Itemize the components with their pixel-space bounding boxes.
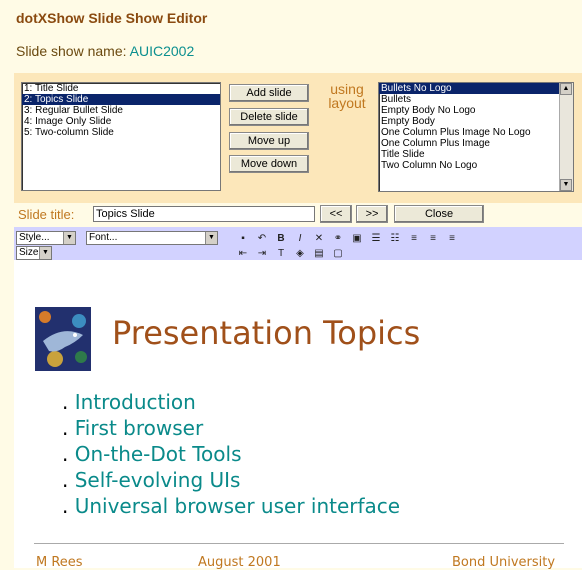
delete-slide-button[interactable]: Delete slide: [229, 108, 309, 126]
image-icon[interactable]: ▣: [350, 232, 364, 246]
bullet-text: First browser: [74, 416, 204, 440]
font-color-icon[interactable]: T: [274, 247, 288, 261]
bullet-item: . Introduction: [62, 389, 400, 415]
bullet-text: Introduction: [74, 390, 196, 414]
using-layout-label: using layout: [328, 81, 366, 111]
layout-scrollbar[interactable]: ▲ ▼: [559, 83, 573, 191]
bullet-marker: .: [62, 468, 75, 492]
layout-list-item[interactable]: Bullets: [379, 94, 559, 105]
close-button[interactable]: Close: [394, 205, 484, 223]
bullet-item: . On-the-Dot Tools: [62, 441, 400, 467]
font-select[interactable]: Font... ▼: [86, 231, 218, 245]
bullet-item: . Self-evolving UIs: [62, 467, 400, 493]
fill-color-icon[interactable]: ◈: [293, 247, 307, 261]
chevron-down-icon[interactable]: ▼: [63, 232, 75, 244]
add-slide-button[interactable]: Add slide: [229, 84, 309, 102]
top-panel: 1: Title Slide 2: Topics Slide 3: Regular …: [14, 73, 582, 203]
bullet-item: . First browser: [62, 415, 400, 441]
indent-icon[interactable]: ⇥: [255, 247, 269, 261]
layout-list-item[interactable]: Bullets No Logo: [379, 83, 559, 94]
save-icon[interactable]: ▪: [236, 232, 250, 246]
slide-title-row: Slide title: << >> Close: [14, 203, 582, 227]
layout-list-item[interactable]: Empty Body No Logo: [379, 105, 559, 116]
slide-title-input[interactable]: [93, 206, 315, 222]
show-name-label: Slide show name:: [16, 43, 127, 59]
bullet-item: . Universal browser user interface: [62, 493, 400, 519]
align-right-icon[interactable]: ≡: [445, 232, 459, 246]
bullet-text: Self-evolving UIs: [74, 468, 241, 492]
align-left-icon[interactable]: ≡: [407, 232, 421, 246]
slide-list-item[interactable]: 3: Regular Bullet Slide: [22, 105, 220, 116]
move-down-button[interactable]: Move down: [229, 155, 309, 173]
prev-slide-button[interactable]: <<: [320, 205, 352, 223]
chevron-down-icon[interactable]: ▼: [205, 232, 217, 244]
insert-box-icon[interactable]: ▢: [331, 247, 345, 261]
move-up-button[interactable]: Move up: [229, 132, 309, 150]
scroll-down-icon[interactable]: ▼: [560, 179, 572, 191]
outdent-icon[interactable]: ⇤: [236, 247, 250, 261]
undo-icon[interactable]: ↶: [255, 232, 269, 246]
bullet-marker: .: [62, 390, 75, 414]
footer-divider: [34, 543, 564, 544]
scroll-up-icon[interactable]: ▲: [560, 83, 572, 95]
layout-list-item[interactable]: One Column Plus Image: [379, 138, 559, 149]
logo-icon: [35, 307, 91, 371]
slide-logo-image: [35, 307, 91, 371]
chevron-down-icon[interactable]: ▼: [39, 247, 51, 259]
show-name-row: Slide show name: AUIC2002: [16, 43, 194, 59]
layout-list-item[interactable]: Two Column No Logo: [379, 160, 559, 171]
bullet-text: On-the-Dot Tools: [74, 442, 242, 466]
slide-list-item[interactable]: 2: Topics Slide: [22, 94, 220, 105]
slides-list[interactable]: 1: Title Slide 2: Topics Slide 3: Regular …: [21, 82, 221, 191]
slide-editor[interactable]: Presentation Topics . Introduction. Firs…: [14, 260, 582, 570]
editor-toolbar: Style... ▼ Font... ▼ Size... ▼ ▪ ↶ B I ✕ ⚭ ▣ ☰ ☷…: [14, 227, 582, 260]
layout-list-item[interactable]: One Column Plus Image No Logo: [379, 127, 559, 138]
style-select[interactable]: Style... ▼: [16, 231, 76, 245]
bullet-list-icon[interactable]: ☰: [369, 232, 383, 246]
align-center-icon[interactable]: ≡: [426, 232, 440, 246]
table-icon[interactable]: ▤: [312, 247, 326, 261]
cut-icon[interactable]: ✕: [312, 232, 326, 246]
font-select-value: Font...: [89, 232, 118, 243]
layout-list-item[interactable]: Empty Body: [379, 116, 559, 127]
bullet-marker: .: [62, 442, 75, 466]
bold-icon[interactable]: B: [274, 232, 288, 246]
show-name-value: AUIC2002: [129, 43, 195, 59]
bullet-list: . Introduction. First browser. On-the-Do…: [62, 389, 400, 519]
bullet-marker: .: [62, 494, 75, 518]
bullet-marker: .: [62, 416, 75, 440]
link-icon[interactable]: ⚭: [331, 232, 345, 246]
slide-list-item[interactable]: 1: Title Slide: [22, 83, 220, 94]
slide-list-item[interactable]: 4: Image Only Slide: [22, 116, 220, 127]
layout-list[interactable]: Bullets No Logo Bullets Empty Body No Logo…: [378, 82, 574, 192]
style-select-value: Style...: [19, 232, 50, 243]
italic-icon[interactable]: I: [293, 232, 307, 246]
slide-list-item[interactable]: 5: Two-column Slide: [22, 127, 220, 138]
bullet-text: Universal browser user interface: [74, 494, 401, 518]
app-title: dotXShow Slide Show Editor: [16, 10, 208, 26]
slide-title-label: Slide title:: [18, 207, 75, 222]
size-select[interactable]: Size... ▼: [16, 246, 52, 260]
layout-list-item[interactable]: Title Slide: [379, 149, 559, 160]
next-slide-button[interactable]: >>: [356, 205, 388, 223]
numbered-list-icon[interactable]: ☷: [388, 232, 402, 246]
slide-heading: Presentation Topics: [112, 314, 421, 352]
